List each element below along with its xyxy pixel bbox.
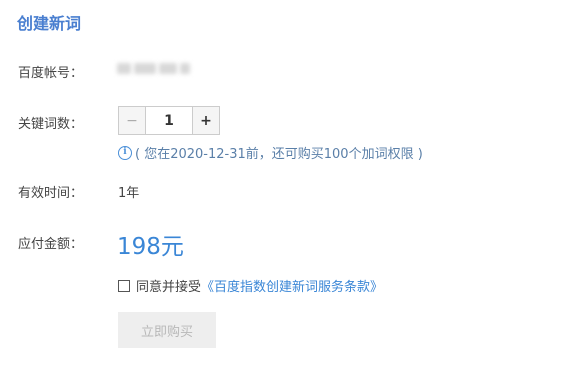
validity-value: 1年: [118, 186, 140, 201]
terms-link[interactable]: 《百度指数创建新词服务条款》: [201, 276, 383, 295]
agreement-text: 同意并接受: [136, 280, 202, 295]
keyword-count-stepper: − 1 +: [118, 106, 220, 135]
account-value-masked: [117, 61, 197, 75]
agreement-checkbox[interactable]: [118, 279, 130, 292]
agreement-row: 同意并接受 《百度指数创建新词服务条款》: [118, 276, 383, 295]
keyword-count-input[interactable]: 1: [146, 107, 192, 134]
purchase-hint-text: ( 您在2020-12-31前，还可购买100个加词权限 ): [135, 147, 423, 162]
info-icon: i: [118, 145, 132, 160]
decrement-button[interactable]: −: [119, 107, 146, 134]
validity-label: 有效时间：: [18, 186, 84, 201]
keyword-count-label: 关键词数：: [18, 117, 84, 132]
account-label: 百度帐号：: [18, 66, 84, 81]
payment-label: 应付金额：: [18, 237, 84, 252]
buy-now-button[interactable]: 立即购买: [118, 312, 216, 348]
increment-button[interactable]: +: [192, 107, 219, 134]
purchase-hint: i ( 您在2020-12-31前，还可购买100个加词权限 ): [118, 143, 423, 162]
payment-amount: 198元: [117, 234, 184, 260]
page-title: 创建新词: [17, 14, 82, 33]
